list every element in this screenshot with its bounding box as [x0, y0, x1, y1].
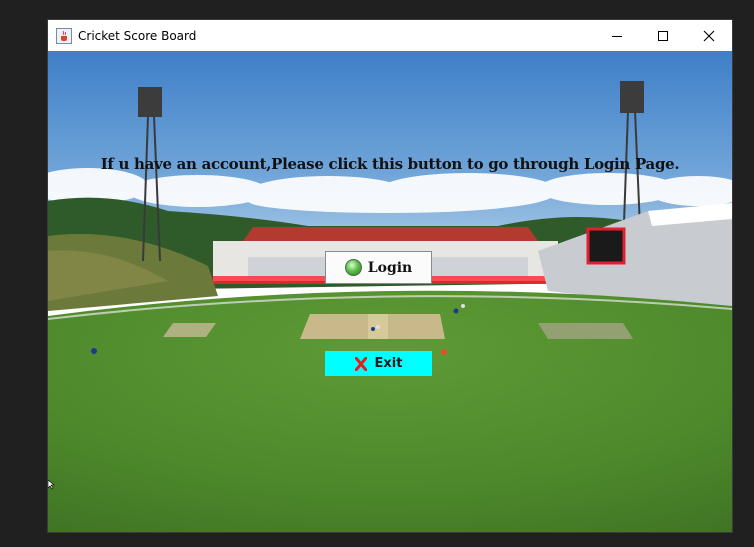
mouse-cursor-icon: [48, 480, 55, 490]
login-instruction-text: If u have an account,Please click this b…: [100, 155, 680, 173]
title-bar[interactable]: Cricket Score Board: [48, 20, 732, 51]
minimize-icon: [612, 35, 622, 37]
login-button[interactable]: Login: [325, 251, 432, 284]
app-window: Cricket Score Board If u have an account…: [48, 20, 732, 532]
green-orb-icon: [344, 259, 362, 276]
close-button[interactable]: [686, 20, 732, 51]
maximize-icon: [658, 30, 668, 41]
minimize-button[interactable]: [594, 20, 640, 51]
content-area: If u have an account,Please click this b…: [48, 51, 732, 532]
login-button-label: Login: [367, 259, 413, 276]
maximize-button[interactable]: [640, 20, 686, 51]
exit-button[interactable]: Exit: [325, 351, 432, 376]
close-icon: [703, 30, 715, 41]
exit-button-label: Exit: [374, 356, 403, 371]
java-cup-icon: [56, 27, 72, 44]
window-title: Cricket Score Board: [78, 28, 197, 43]
red-x-icon: [354, 356, 367, 371]
cricket-stadium-image: [48, 51, 732, 532]
